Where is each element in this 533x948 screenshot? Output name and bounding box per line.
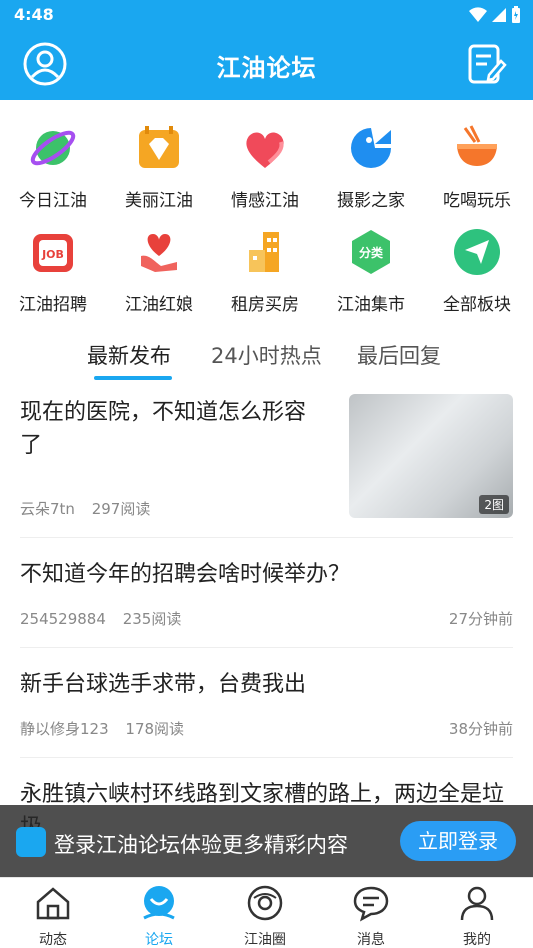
category-jobs[interactable]: JOB 江油招聘 <box>0 226 106 315</box>
category-photography[interactable]: 摄影之家 <box>318 122 424 211</box>
post-reads: 235阅读 <box>122 610 182 628</box>
category-label: 全部板块 <box>443 295 511 315</box>
category-label: 江油招聘 <box>19 295 87 315</box>
circle-icon <box>247 885 283 921</box>
tab-last-reply[interactable]: 最后回复 <box>357 340 441 370</box>
category-today-jiangyou[interactable]: 今日江油 <box>0 122 106 211</box>
category-label: 吃喝玩乐 <box>443 191 511 211</box>
category-housing[interactable]: 租房买房 <box>212 226 318 315</box>
svg-text:分类: 分类 <box>359 245 384 260</box>
chat-bubble-icon <box>353 886 389 922</box>
diamond-icon <box>139 126 179 168</box>
login-prompt-text: 登录江油论坛体验更多精彩内容 <box>54 833 348 857</box>
edit-note-icon <box>468 44 507 84</box>
app-logo-icon <box>16 827 46 857</box>
bowl-icon <box>457 125 497 166</box>
category-label: 租房买房 <box>231 295 299 315</box>
image-count-badge: 2图 <box>479 495 509 514</box>
post-meta: 云朵7tn 297阅读 <box>20 498 162 519</box>
forum-smile-icon <box>143 886 175 920</box>
post-meta: 254529884 235阅读 <box>20 608 193 629</box>
category-label: 摄影之家 <box>337 191 405 211</box>
nav-label: 动态 <box>39 932 67 948</box>
post-reads: 178阅读 <box>125 720 185 738</box>
planet-icon <box>30 130 76 166</box>
bottom-navigation: 动态 论坛 江油圈 消息 我的 <box>0 877 533 948</box>
category-food-fun[interactable]: 吃喝玩乐 <box>424 122 530 211</box>
hand-heart-icon <box>141 234 177 272</box>
post-title: 现在的医院，不知道怎么形容了 <box>20 400 307 458</box>
category-label: 江油集市 <box>337 295 405 315</box>
post-thumbnail[interactable]: 2图 <box>349 394 513 518</box>
nav-dynamics[interactable]: 动态 <box>0 884 106 948</box>
compose-post-button[interactable] <box>467 43 507 85</box>
post-time: 38分钟前 <box>448 720 513 738</box>
post-title: 新手台球选手求带，台费我出 <box>20 672 307 697</box>
category-emotion-jiangyou[interactable]: 情感江油 <box>212 122 318 211</box>
feed-tabs: 最新发布 24小时热点 最后回复 <box>0 336 533 382</box>
nav-jiangyou-circle[interactable]: 江油圈 <box>212 884 318 948</box>
category-label: 美丽江油 <box>125 191 193 211</box>
market-icon: 分类 <box>352 230 390 274</box>
nav-me[interactable]: 我的 <box>424 884 530 948</box>
post-item[interactable]: 不知道今年的招聘会啥时候举办？ 254529884 235阅读 27分钟前 <box>20 538 513 648</box>
battery-icon <box>512 6 520 23</box>
post-item[interactable]: 现在的医院，不知道怎么形容了 云朵7tn 297阅读 2图 <box>20 392 513 538</box>
wifi-icon <box>469 7 487 23</box>
job-icon: JOB <box>33 234 73 272</box>
post-item[interactable]: 新手台球选手求带，台费我出 静以修身123 178阅读 38分钟前 <box>20 648 513 758</box>
svg-text:JOB: JOB <box>41 248 64 261</box>
category-matchmaking[interactable]: 江油红娘 <box>106 226 212 315</box>
building-icon <box>249 232 279 272</box>
post-time: 27分钟前 <box>448 610 513 628</box>
nav-label: 我的 <box>463 932 491 948</box>
app-bar: 江油论坛 <box>0 30 533 100</box>
home-icon <box>36 887 70 920</box>
category-label: 情感江油 <box>231 191 299 211</box>
post-title: 不知道今年的招聘会啥时候举办？ <box>20 562 351 587</box>
post-reads: 297阅读 <box>91 500 151 518</box>
nav-label: 江油圈 <box>244 932 286 948</box>
page-title: 江油论坛 <box>216 54 317 82</box>
category-all-boards[interactable]: 全部板块 <box>424 226 530 315</box>
active-tab-indicator <box>94 376 172 380</box>
login-button[interactable]: 立即登录 <box>400 821 516 861</box>
nav-forum[interactable]: 论坛 <box>106 884 212 948</box>
heart-icon <box>246 132 284 168</box>
status-bar: 4:48 <box>0 0 533 30</box>
category-market[interactable]: 分类 江油集市 <box>318 226 424 315</box>
category-label: 今日江油 <box>19 191 87 211</box>
status-time: 4:48 <box>14 5 54 24</box>
send-icon <box>454 229 500 275</box>
nav-messages[interactable]: 消息 <box>318 884 424 948</box>
person-icon <box>460 886 494 921</box>
tab-24h-hot[interactable]: 24小时热点 <box>211 340 322 370</box>
signal-icon <box>492 8 506 22</box>
status-icons <box>469 6 521 24</box>
post-author: 静以修身123 <box>20 720 109 738</box>
nav-label: 消息 <box>357 932 385 948</box>
login-prompt-banner: 登录江油论坛体验更多精彩内容 立即登录 <box>0 805 533 877</box>
category-label: 江油红娘 <box>125 295 193 315</box>
post-meta: 静以修身123 178阅读 <box>20 718 196 739</box>
post-author: 云朵7tn <box>20 500 75 518</box>
post-author: 254529884 <box>20 610 106 628</box>
category-beautiful-jiangyou[interactable]: 美丽江油 <box>106 122 212 211</box>
tab-latest[interactable]: 最新发布 <box>87 340 171 370</box>
nav-label: 论坛 <box>145 932 173 948</box>
camera-c-icon <box>351 128 391 168</box>
